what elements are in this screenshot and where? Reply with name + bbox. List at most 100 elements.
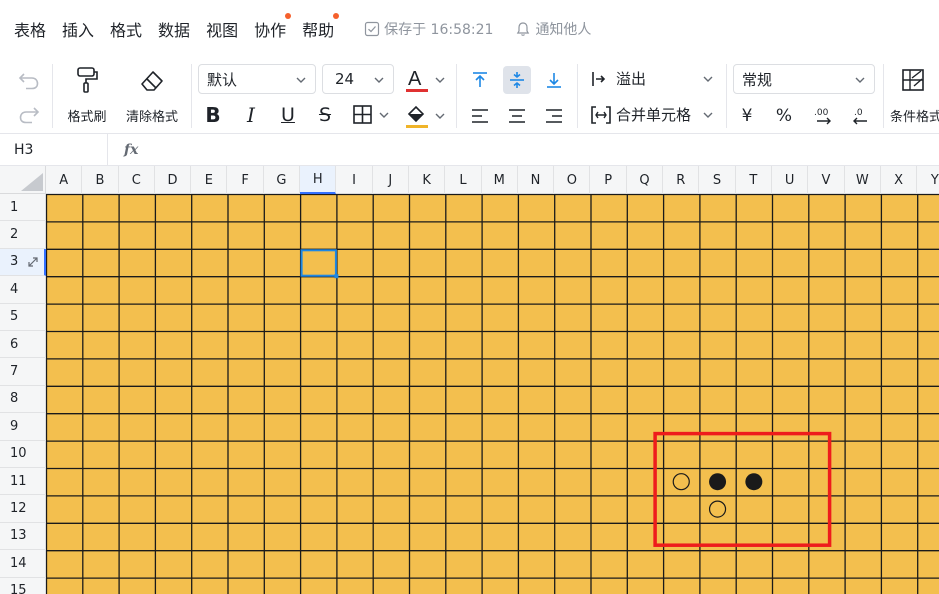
row-header[interactable]: 5	[0, 304, 46, 331]
column-header[interactable]: I	[336, 166, 373, 194]
column-header[interactable]: W	[845, 166, 881, 194]
row-header[interactable]: 9	[0, 413, 46, 441]
conditional-format-label: 条件格式	[890, 110, 939, 125]
font-size-select[interactable]: 24	[322, 64, 394, 94]
row-header[interactable]: 15	[0, 578, 46, 594]
cell-reference: H3	[14, 141, 34, 158]
decrease-decimal-icon: .0	[853, 108, 867, 125]
font-name-value: 默认	[207, 70, 238, 89]
conditional-format-button[interactable]: 条件格式	[890, 66, 939, 125]
redo-button[interactable]	[16, 102, 42, 128]
row-header[interactable]: 12	[0, 495, 46, 523]
eraser-icon	[141, 71, 163, 91]
column-header[interactable]: H	[300, 166, 337, 194]
column-header[interactable]: D	[155, 166, 192, 194]
font-color-button[interactable]: A	[404, 66, 448, 94]
row-header[interactable]: 8	[0, 386, 46, 414]
row-header[interactable]: 2	[0, 221, 46, 249]
border-button[interactable]	[350, 102, 394, 128]
row-header[interactable]: 6	[0, 331, 46, 359]
menu-item-label: 视图	[206, 21, 239, 40]
align-middle-button[interactable]	[503, 66, 531, 94]
chevron-down-icon	[703, 76, 713, 82]
column-header[interactable]: P	[591, 166, 627, 194]
menu-item[interactable]: 帮助	[302, 13, 340, 41]
column-header[interactable]: L	[445, 166, 482, 194]
row-headers: 1 2 3 4 5 6 7 8 9 10 11 12 13 14 15	[0, 194, 46, 594]
column-header[interactable]: T	[736, 166, 772, 194]
menu-item[interactable]: 数据	[158, 17, 190, 41]
column-header[interactable]: S	[699, 166, 736, 194]
row-header[interactable]: 14	[0, 550, 46, 578]
border-icon	[353, 105, 389, 124]
menu-item[interactable]: 协作	[254, 13, 292, 41]
go-board-cells[interactable]	[46, 194, 939, 594]
row-header[interactable]: 1	[0, 194, 46, 222]
align-center-button[interactable]	[503, 102, 531, 130]
merge-label: 合并单元格	[616, 106, 692, 124]
column-header[interactable]: A	[46, 166, 83, 194]
row-header[interactable]: 13	[0, 523, 46, 551]
select-all-corner[interactable]	[0, 166, 46, 194]
column-header[interactable]: C	[119, 166, 155, 194]
currency-button[interactable]: ¥	[735, 102, 759, 130]
clear-format-button[interactable]: 清除格式	[120, 66, 184, 125]
cell-reference-box[interactable]: H3	[0, 134, 108, 165]
undo-icon	[18, 73, 39, 90]
column-header[interactable]: R	[663, 166, 700, 194]
expand-row-icon[interactable]	[28, 257, 38, 267]
column-header[interactable]: J	[373, 166, 409, 194]
column-header[interactable]: F	[228, 166, 264, 194]
align-right-button[interactable]	[540, 102, 568, 130]
column-header[interactable]: E	[191, 166, 228, 194]
notify-label: 通知他人	[535, 22, 592, 38]
increase-decimal-button[interactable]: .00	[809, 102, 837, 130]
percent-button[interactable]: %	[772, 102, 796, 130]
row-header[interactable]: 4	[0, 276, 46, 304]
column-header[interactable]: U	[772, 166, 809, 194]
menu-item-label: 插入	[62, 21, 95, 40]
row-header[interactable]: 7	[0, 358, 46, 386]
row-header[interactable]: 3	[0, 248, 46, 277]
merge-cells-button[interactable]: 合并单元格	[590, 104, 718, 125]
row-header[interactable]: 10	[0, 441, 46, 468]
column-header[interactable]: X	[881, 166, 918, 194]
align-left-button[interactable]	[466, 102, 494, 130]
menu-item-label: 协作	[254, 21, 287, 40]
svg-text:.00: .00	[814, 108, 829, 118]
underline-button[interactable]: U	[275, 102, 301, 128]
column-header[interactable]: N	[518, 166, 555, 194]
row-header[interactable]: 11	[0, 468, 46, 496]
menu-item[interactable]: 插入	[62, 17, 94, 41]
menu-item[interactable]: 格式	[110, 17, 142, 41]
column-header[interactable]: V	[808, 166, 845, 194]
italic-button[interactable]: I	[238, 102, 264, 128]
column-header[interactable]: Q	[627, 166, 664, 194]
align-top-button[interactable]	[466, 66, 494, 94]
menu-item[interactable]: 表格	[14, 17, 46, 41]
column-header[interactable]: Y	[917, 166, 939, 194]
column-header[interactable]: B	[82, 166, 119, 194]
undo-button[interactable]	[16, 68, 42, 94]
align-bottom-button[interactable]	[540, 66, 568, 94]
row-number: 4	[10, 281, 19, 297]
underline-icon: U	[281, 104, 295, 126]
font-name-select[interactable]: 默认	[198, 64, 316, 94]
strikethrough-button[interactable]: S	[312, 102, 338, 128]
svg-text:.0: .0	[854, 108, 863, 118]
notification-dot	[333, 13, 340, 19]
format-painter-button[interactable]: 格式刷	[62, 66, 112, 125]
decrease-decimal-button[interactable]: .0	[846, 102, 874, 130]
save-status: 保存于 16:58:21	[364, 19, 493, 39]
text-overflow-select[interactable]: 溢出	[590, 68, 718, 89]
column-header[interactable]: G	[264, 166, 301, 194]
column-header[interactable]: M	[482, 166, 518, 194]
column-header[interactable]: O	[554, 166, 591, 194]
menu-item[interactable]: 视图	[206, 17, 238, 41]
fill-color-button[interactable]	[404, 102, 448, 130]
column-header[interactable]: K	[409, 166, 446, 194]
bell-icon	[517, 22, 530, 36]
notify-button[interactable]: 通知他人	[515, 19, 591, 39]
number-format-select[interactable]: 常规	[733, 64, 875, 94]
bold-button[interactable]: B	[200, 102, 226, 128]
